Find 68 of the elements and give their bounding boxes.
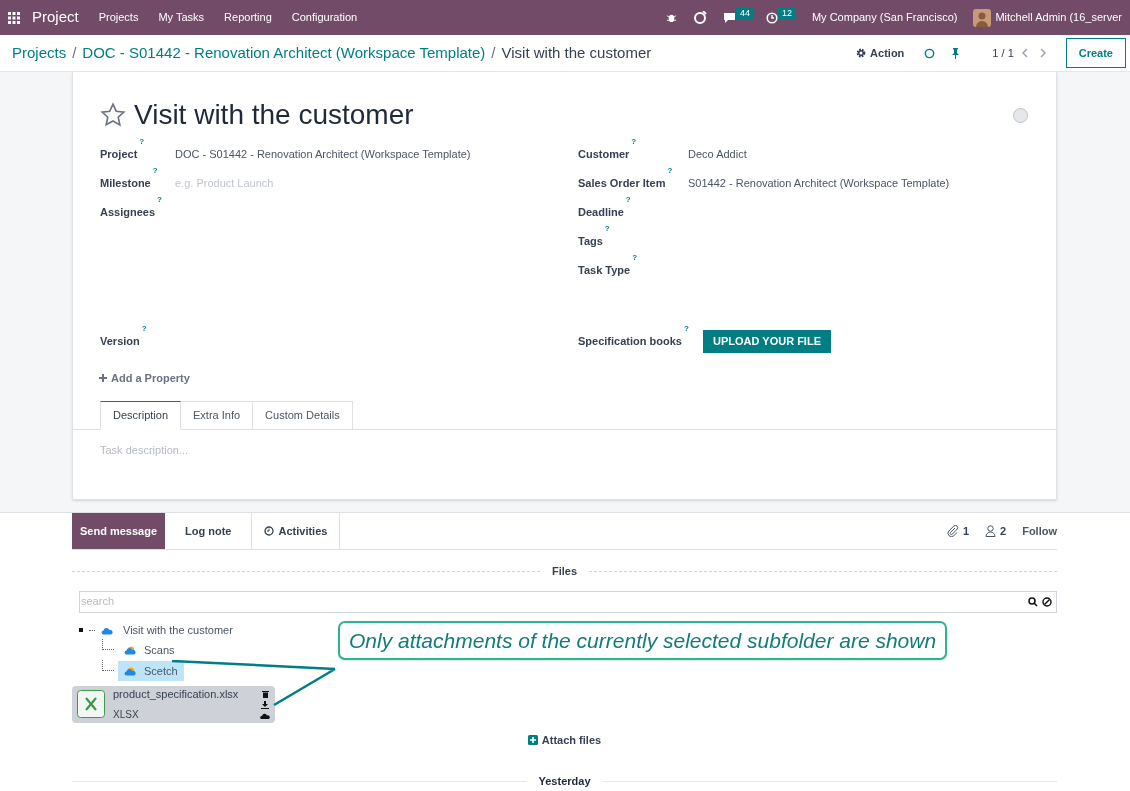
file-card[interactable]: product_specification.xlsx XLSX bbox=[72, 685, 275, 723]
breadcrumb-separator: / bbox=[491, 42, 496, 63]
form-tab[interactable]: Extra Info bbox=[181, 401, 254, 430]
pin-icon[interactable] bbox=[951, 47, 961, 59]
user-icon bbox=[985, 525, 997, 537]
chat-icon[interactable] bbox=[722, 12, 736, 23]
follow-button[interactable]: Follow bbox=[1022, 522, 1057, 540]
user-menu[interactable]: Mitchell Admin (16_server bbox=[995, 9, 1122, 26]
plus-icon bbox=[527, 734, 538, 745]
search-input[interactable]: search bbox=[80, 593, 1028, 610]
chatter-tab[interactable]: Log note bbox=[165, 513, 252, 549]
field-value[interactable]: S01442 - Renovation Architect (Workspace Template) bbox=[688, 175, 950, 192]
task-title[interactable]: Visit with the customer bbox=[134, 94, 414, 136]
cloud-icon bbox=[101, 625, 113, 635]
clock-icon[interactable] bbox=[765, 11, 778, 24]
download-icon[interactable] bbox=[261, 700, 269, 709]
breadcrumb-separator: / bbox=[72, 42, 77, 63]
field-value[interactable]: Deco Addict bbox=[688, 146, 747, 163]
date-separator: Yesterday bbox=[538, 774, 591, 789]
section-title: Files bbox=[551, 564, 578, 579]
action-menu-button[interactable]: Action bbox=[856, 44, 905, 62]
form-tab[interactable]: Description bbox=[100, 401, 182, 430]
chatter-tab[interactable]: Activities bbox=[251, 513, 341, 549]
cloud-icon bbox=[124, 645, 136, 655]
search-icon[interactable] bbox=[1028, 596, 1038, 607]
menu-item[interactable]: Projects bbox=[98, 9, 139, 26]
upload-button[interactable]: UPLOAD YOUR FILE bbox=[703, 330, 831, 353]
field-value[interactable]: DOC - S01442 - Renovation Architect (Workspace Template) bbox=[175, 146, 471, 163]
company-switcher[interactable]: My Company (San Francisco) bbox=[811, 9, 958, 26]
breadcrumb-current: Visit with the customer bbox=[501, 42, 652, 63]
breadcrumb-link[interactable]: Projects bbox=[12, 41, 67, 65]
description-field[interactable]: Task description... bbox=[100, 442, 500, 459]
followers-button[interactable]: 2 bbox=[985, 522, 1007, 540]
trash-icon[interactable] bbox=[261, 689, 269, 698]
tree-folder[interactable]: Scetch bbox=[118, 661, 184, 681]
create-button[interactable]: Create bbox=[1065, 37, 1126, 69]
clear-icon[interactable] bbox=[1042, 596, 1052, 607]
count-badge: 44 bbox=[735, 6, 754, 21]
gear-icon bbox=[856, 48, 867, 58]
file-name: product_specification.xlsx bbox=[113, 687, 240, 703]
tree-folder[interactable]: Scans bbox=[118, 640, 181, 660]
menu-item[interactable]: My Tasks bbox=[158, 9, 205, 26]
apps-menu-icon[interactable] bbox=[8, 11, 20, 24]
bug-icon[interactable] bbox=[665, 12, 677, 23]
avatar-icon[interactable] bbox=[973, 8, 992, 27]
menu-item[interactable]: Configuration bbox=[291, 9, 358, 26]
attach-files-button[interactable]: Attach files bbox=[527, 731, 602, 748]
chatter-tab[interactable]: Send message bbox=[72, 513, 166, 549]
tree-folder[interactable]: Visit with the customer bbox=[123, 621, 233, 639]
paperclip-icon bbox=[946, 525, 959, 537]
cloud-icon bbox=[124, 666, 136, 676]
cloud-icon[interactable] bbox=[260, 711, 270, 719]
count-badge: 12 bbox=[777, 6, 796, 21]
attachments-button[interactable]: 1 bbox=[946, 522, 970, 540]
plus-icon bbox=[99, 373, 107, 382]
breadcrumb-link[interactable]: DOC - S01442 - Renovation Architect (Workspace Template) bbox=[82, 41, 486, 65]
clock-icon bbox=[264, 526, 275, 536]
star-icon[interactable] bbox=[100, 102, 126, 128]
form-tab[interactable]: Custom Details bbox=[253, 401, 353, 430]
input-field[interactable]: e.g. Product Launch bbox=[175, 175, 375, 192]
pager-value: 1 / 1 bbox=[992, 45, 1014, 61]
file-type: XLSX bbox=[113, 707, 140, 722]
search-field[interactable]: search bbox=[79, 590, 1057, 613]
menu-item[interactable]: Reporting bbox=[224, 9, 272, 26]
callout-note: Only attachments of the currently selected subfolder are shown bbox=[338, 621, 948, 660]
add-property-button[interactable]: Add a Property bbox=[99, 369, 190, 386]
app-name[interactable]: Project bbox=[32, 6, 79, 29]
spreadsheet-file-icon bbox=[77, 690, 105, 718]
